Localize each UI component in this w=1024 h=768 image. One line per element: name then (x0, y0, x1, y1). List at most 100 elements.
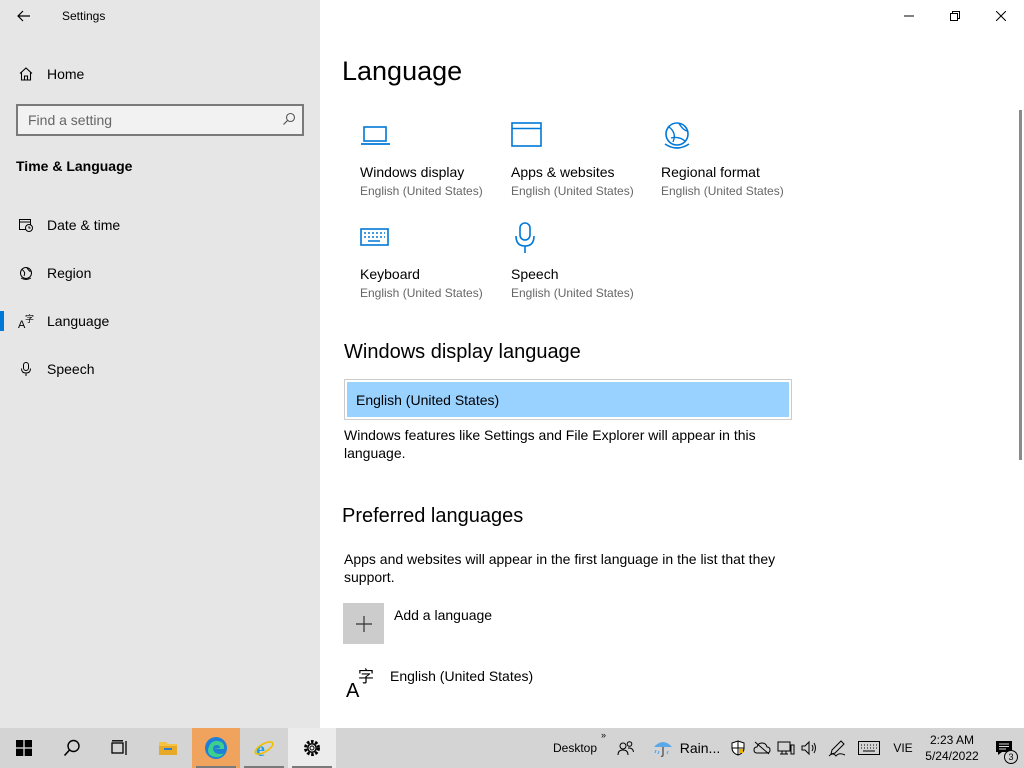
windows-start-icon (16, 740, 32, 756)
shield-icon (731, 740, 745, 756)
internet-explorer-icon: e (254, 739, 274, 759)
cloud-offline-icon (753, 741, 771, 755)
add-language-button[interactable]: Add a language (343, 603, 643, 645)
language-icon: A字 (346, 667, 374, 700)
clock-time: 2:23 AM (929, 733, 975, 747)
search-box[interactable] (16, 104, 304, 136)
section-title: Time & Language (16, 158, 133, 174)
back-button[interactable] (8, 4, 40, 28)
plus-icon (343, 603, 384, 644)
display-language-heading: Windows display language (344, 341, 581, 363)
sidebar-item-label: Date & time (47, 217, 121, 233)
action-center-button[interactable]: 3 (984, 728, 1024, 768)
edge-button[interactable] (192, 728, 240, 768)
tile-title: Apps & websites (511, 164, 615, 180)
tile-keyboard[interactable]: Keyboard English (United States) (360, 222, 500, 312)
onedrive-tray-button[interactable] (750, 728, 774, 768)
sidebar: Settings Home Time & Language Date & tim… (0, 0, 320, 728)
scrollbar[interactable] (1019, 110, 1022, 460)
page-title: Language (342, 56, 463, 86)
window-icon (511, 122, 542, 147)
tile-windows-display[interactable]: Windows display English (United States) (360, 120, 500, 210)
tile-title: Regional format (661, 164, 760, 180)
sidebar-item-language[interactable]: A字 Language (0, 301, 320, 341)
edge-icon (205, 737, 227, 759)
svg-text:字: 字 (358, 667, 374, 686)
close-button[interactable] (978, 0, 1024, 32)
desktop-toolbar[interactable]: Desktop » (544, 728, 606, 768)
display-language-selected: English (United States) (347, 382, 789, 417)
security-tray-button[interactable] (726, 728, 750, 768)
preferred-languages-heading: Preferred languages (342, 505, 524, 527)
input-language-button[interactable]: VIE (886, 728, 920, 768)
taskbar-search-button[interactable] (48, 728, 96, 768)
laptop-icon (361, 126, 390, 145)
task-view-button[interactable] (96, 728, 144, 768)
restore-button[interactable] (932, 0, 978, 32)
sidebar-item-label: Language (47, 313, 110, 329)
sidebar-item-label: Region (47, 265, 92, 281)
tile-speech[interactable]: Speech English (United States) (511, 222, 651, 312)
input-language-label: VIE (893, 741, 913, 755)
sidebar-item-region[interactable]: Region (0, 253, 320, 293)
home-icon (16, 66, 36, 82)
volume-tray-button[interactable] (798, 728, 822, 768)
tile-title: Windows display (360, 164, 465, 180)
back-arrow-icon (17, 10, 30, 22)
people-button[interactable] (606, 728, 646, 768)
search-icon (63, 739, 80, 757)
search-icon[interactable] (282, 112, 296, 131)
language-name: English (United States) (390, 668, 534, 684)
tile-subtitle: English (United States) (360, 286, 483, 300)
chevron-right-icon: » (600, 730, 606, 740)
clock-date: 5/24/2022 (925, 749, 979, 763)
taskbar: e Desktop » Rain... VIE 2:23 AM 5/24/202… (0, 728, 1024, 768)
nav-home-label: Home (47, 66, 85, 82)
search-input[interactable] (18, 112, 268, 128)
speaker-icon (801, 740, 816, 756)
app-title: Settings (62, 9, 106, 23)
close-icon (996, 11, 1006, 21)
microphone-icon (515, 222, 535, 253)
keyboard-icon (360, 228, 389, 246)
tile-subtitle: English (United States) (511, 184, 634, 198)
settings-taskbar-button[interactable] (288, 728, 336, 768)
weather-widget[interactable]: Rain... (646, 728, 726, 768)
internet-explorer-button[interactable]: e (240, 728, 288, 768)
network-icon (777, 741, 795, 755)
minimize-button[interactable] (886, 0, 932, 32)
file-explorer-button[interactable] (144, 728, 192, 768)
language-list-item[interactable]: A字 English (United States) (344, 664, 784, 704)
display-language-description: Windows features like Settings and File … (344, 427, 756, 461)
main-content: Language Windows display English (United… (320, 0, 1024, 728)
sidebar-item-label: Speech (47, 361, 95, 377)
tile-apps-websites[interactable]: Apps & websites English (United States) (511, 120, 651, 210)
tile-title: Speech (511, 266, 559, 282)
rain-umbrella-icon (653, 742, 672, 757)
tile-regional-format[interactable]: Regional format English (United States) (661, 120, 801, 210)
touch-keyboard-button[interactable] (852, 728, 886, 768)
people-icon (617, 741, 634, 756)
tile-subtitle: English (United States) (360, 184, 483, 198)
pen-tray-button[interactable] (822, 728, 852, 768)
start-button[interactable] (0, 728, 48, 768)
desktop-toolbar-label: Desktop (552, 741, 598, 755)
sidebar-item-date-time[interactable]: Date & time (0, 205, 320, 245)
clock[interactable]: 2:23 AM 5/24/2022 (920, 732, 984, 764)
display-language-select[interactable]: English (United States) (344, 379, 792, 420)
restore-icon (950, 11, 960, 21)
globe-icon (664, 122, 690, 149)
title-bar-left: Settings (0, 0, 320, 32)
pen-icon (828, 740, 846, 757)
sidebar-item-speech[interactable]: Speech (0, 349, 320, 389)
minimize-icon (904, 15, 914, 17)
nav-home[interactable]: Home (0, 56, 320, 92)
preferred-languages-description: Apps and websites will appear in the fir… (344, 551, 776, 585)
task-view-icon (111, 740, 127, 755)
network-tray-button[interactable] (774, 728, 798, 768)
date-time-icon (16, 217, 36, 233)
notification-badge: 3 (1004, 750, 1018, 764)
tile-subtitle: English (United States) (661, 184, 784, 198)
keyboard-icon (858, 741, 880, 755)
tile-title: Keyboard (360, 266, 420, 282)
